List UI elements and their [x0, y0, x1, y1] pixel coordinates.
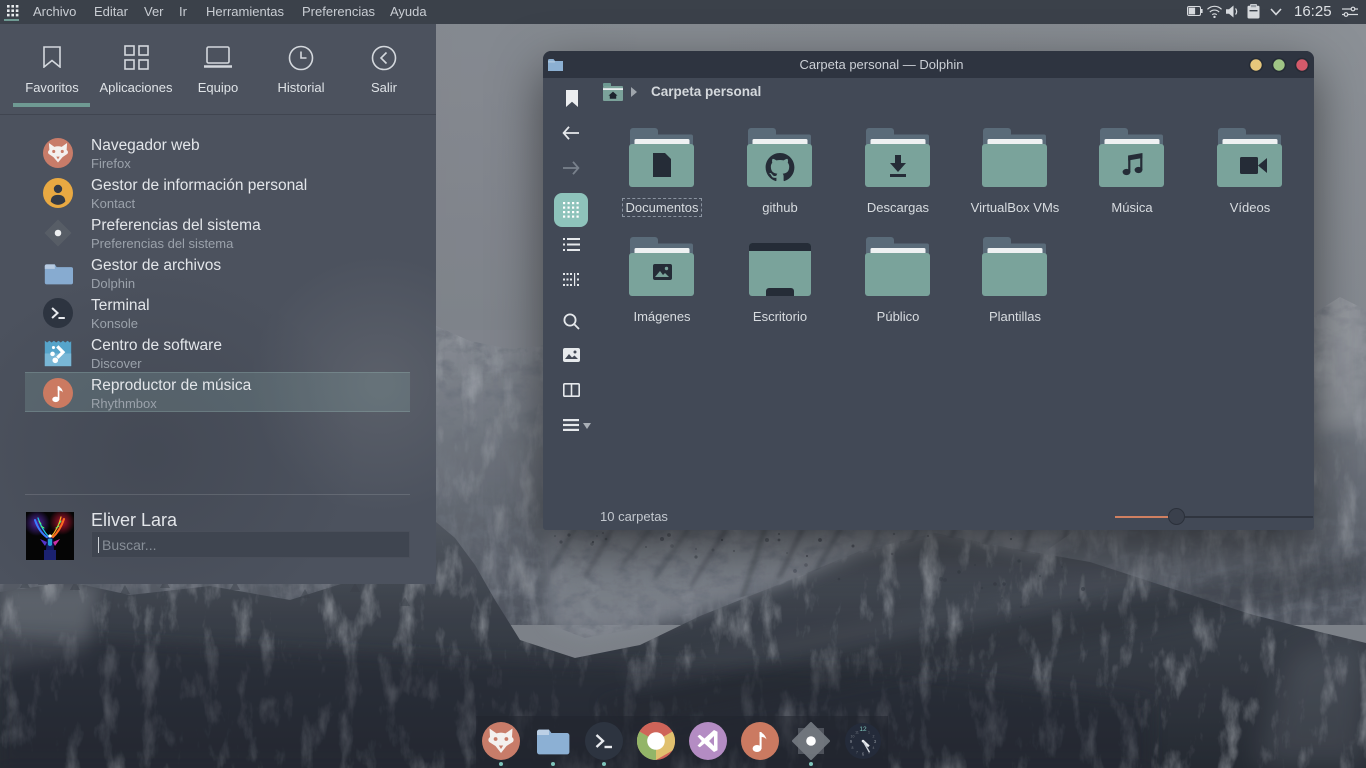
- svg-text:8: 8: [851, 746, 853, 750]
- svg-text:2: 2: [872, 735, 874, 739]
- svg-text:12: 12: [859, 726, 867, 733]
- svg-text:1: 1: [868, 731, 870, 735]
- svg-text:11: 11: [855, 731, 859, 735]
- svg-text:4: 4: [872, 746, 874, 750]
- svg-text:7: 7: [856, 751, 858, 755]
- svg-text:10: 10: [850, 735, 854, 739]
